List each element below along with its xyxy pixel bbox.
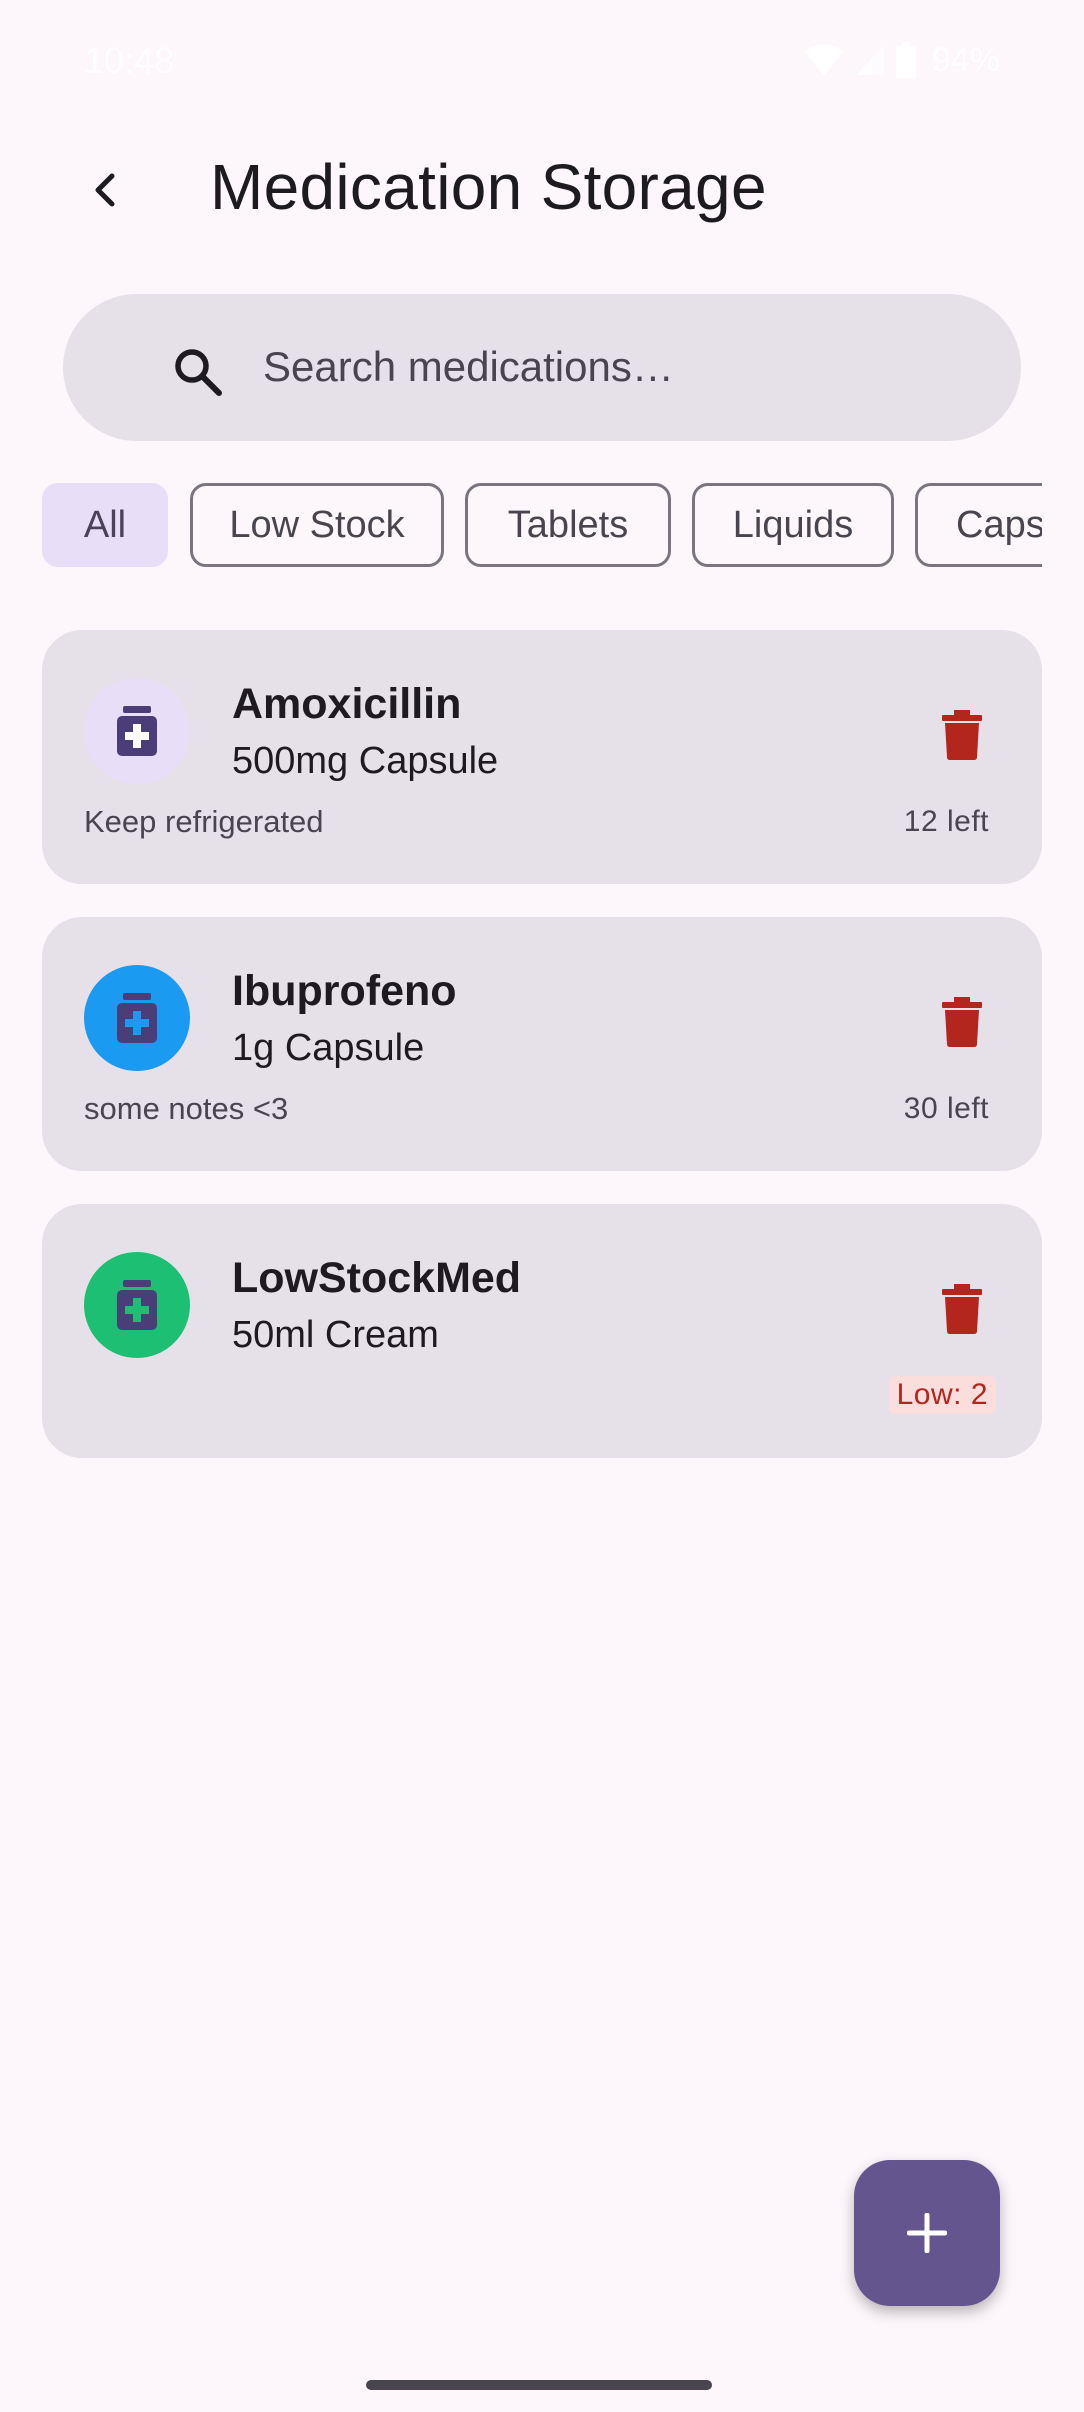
medication-avatar bbox=[84, 1252, 190, 1358]
chip-liquids[interactable]: Liquids bbox=[692, 483, 894, 567]
trash-icon bbox=[942, 1284, 982, 1334]
medication-notes: some notes <3 bbox=[84, 1091, 289, 1126]
medication-notes: Keep refrigerated bbox=[84, 804, 324, 839]
chip-caps[interactable]: Caps bbox=[915, 483, 1042, 567]
add-icon bbox=[907, 2213, 947, 2253]
medication-avatar bbox=[84, 678, 190, 784]
medication-dose: 500mg Capsule bbox=[232, 740, 499, 782]
search-icon bbox=[175, 349, 222, 396]
status-time: 10:48 bbox=[84, 40, 175, 81]
low-stock-badge: Low: 2 bbox=[888, 1376, 996, 1414]
screen: 10:48 94% Medication Storage Search medi… bbox=[0, 0, 1084, 2412]
filter-chips: All Low Stock Tablets Liquids Caps bbox=[42, 483, 1042, 567]
arrow-back-icon bbox=[95, 173, 115, 207]
battery-icon bbox=[895, 42, 916, 78]
medicine-bottle-icon bbox=[117, 1280, 157, 1330]
medication-avatar bbox=[84, 965, 190, 1071]
search-input[interactable] bbox=[263, 332, 983, 402]
delete-button[interactable] bbox=[932, 1274, 992, 1344]
medication-dose: 1g Capsule bbox=[232, 1027, 425, 1069]
add-medication-button[interactable] bbox=[854, 2160, 1000, 2306]
medication-card[interactable]: Ibuprofeno 1g Capsule some notes <3 30 l… bbox=[42, 917, 1042, 1171]
stock-count: 30 left bbox=[903, 1092, 989, 1125]
trash-icon bbox=[942, 710, 982, 760]
chip-all[interactable]: All bbox=[42, 483, 168, 567]
search-bar[interactable] bbox=[63, 294, 1021, 441]
status-icons: 94% bbox=[803, 38, 1000, 82]
medication-card[interactable]: Amoxicillin 500mg Capsule Keep refrigera… bbox=[42, 630, 1042, 884]
medication-dose: 50ml Cream bbox=[232, 1314, 439, 1356]
trash-icon bbox=[942, 997, 982, 1047]
page-title: Medication Storage bbox=[210, 151, 767, 223]
medication-name: Amoxicillin bbox=[232, 680, 462, 728]
status-bar: 10:48 94% bbox=[0, 0, 1084, 120]
back-button[interactable] bbox=[70, 154, 142, 226]
chip-tablets[interactable]: Tablets bbox=[465, 483, 671, 567]
battery-percent: 94% bbox=[931, 40, 1000, 79]
chip-low-stock[interactable]: Low Stock bbox=[190, 483, 444, 567]
medication-name: LowStockMed bbox=[232, 1254, 522, 1302]
medication-card[interactable]: LowStockMed 50ml Cream Low: 2 bbox=[42, 1204, 1042, 1458]
medication-name: Ibuprofeno bbox=[232, 967, 457, 1015]
signal-icon bbox=[855, 45, 884, 75]
wifi-icon bbox=[803, 44, 844, 75]
home-indicator[interactable] bbox=[366, 2380, 712, 2390]
medicine-bottle-icon bbox=[117, 993, 157, 1043]
stock-count: 12 left bbox=[903, 805, 989, 838]
medicine-bottle-icon bbox=[117, 706, 157, 756]
delete-button[interactable] bbox=[932, 700, 992, 770]
delete-button[interactable] bbox=[932, 987, 992, 1057]
